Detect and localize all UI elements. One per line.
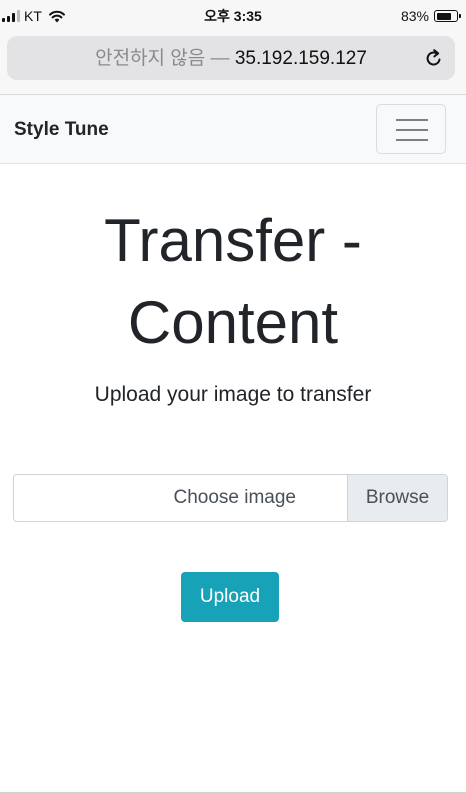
battery-percent: 83% bbox=[400, 8, 429, 24]
browse-button[interactable]: Browse bbox=[347, 475, 447, 521]
address-bar[interactable]: 안전하지 않음 — 35.192.159.127 bbox=[7, 36, 455, 80]
reload-icon[interactable] bbox=[423, 47, 445, 69]
page-title-line1: Transfer - bbox=[104, 207, 362, 274]
address-text[interactable]: 안전하지 않음 — 35.192.159.127 bbox=[7, 48, 455, 70]
lead-text: Upload your image to transfer bbox=[94, 383, 372, 406]
file-input[interactable]: Choose image Browse bbox=[13, 474, 448, 522]
security-label: 안전하지 않음 bbox=[95, 48, 206, 69]
upload-button[interactable]: Upload bbox=[181, 572, 279, 622]
page-title-line2: Content bbox=[127, 289, 339, 356]
battery-icon bbox=[434, 10, 461, 22]
battery-fill bbox=[436, 12, 452, 20]
status-time: 오후 3:35 bbox=[204, 8, 262, 24]
navbar-toggler-button[interactable] bbox=[376, 104, 446, 154]
address-host: 35.192.159.127 bbox=[234, 48, 367, 69]
browser-chrome: 안전하지 않음 — 35.192.159.127 bbox=[0, 32, 466, 94]
navbar: Style Tune bbox=[0, 94, 466, 164]
page-title: Transfer - Content bbox=[0, 200, 466, 364]
navbar-brand[interactable]: Style Tune bbox=[14, 119, 109, 141]
status-bar: KT 오후 3:35 83% bbox=[0, 0, 466, 32]
address-separator: — bbox=[210, 48, 230, 69]
file-input-label[interactable]: Choose image bbox=[14, 475, 348, 521]
status-right: 83% bbox=[400, 8, 461, 24]
hamburger-menu-icon bbox=[396, 119, 428, 121]
